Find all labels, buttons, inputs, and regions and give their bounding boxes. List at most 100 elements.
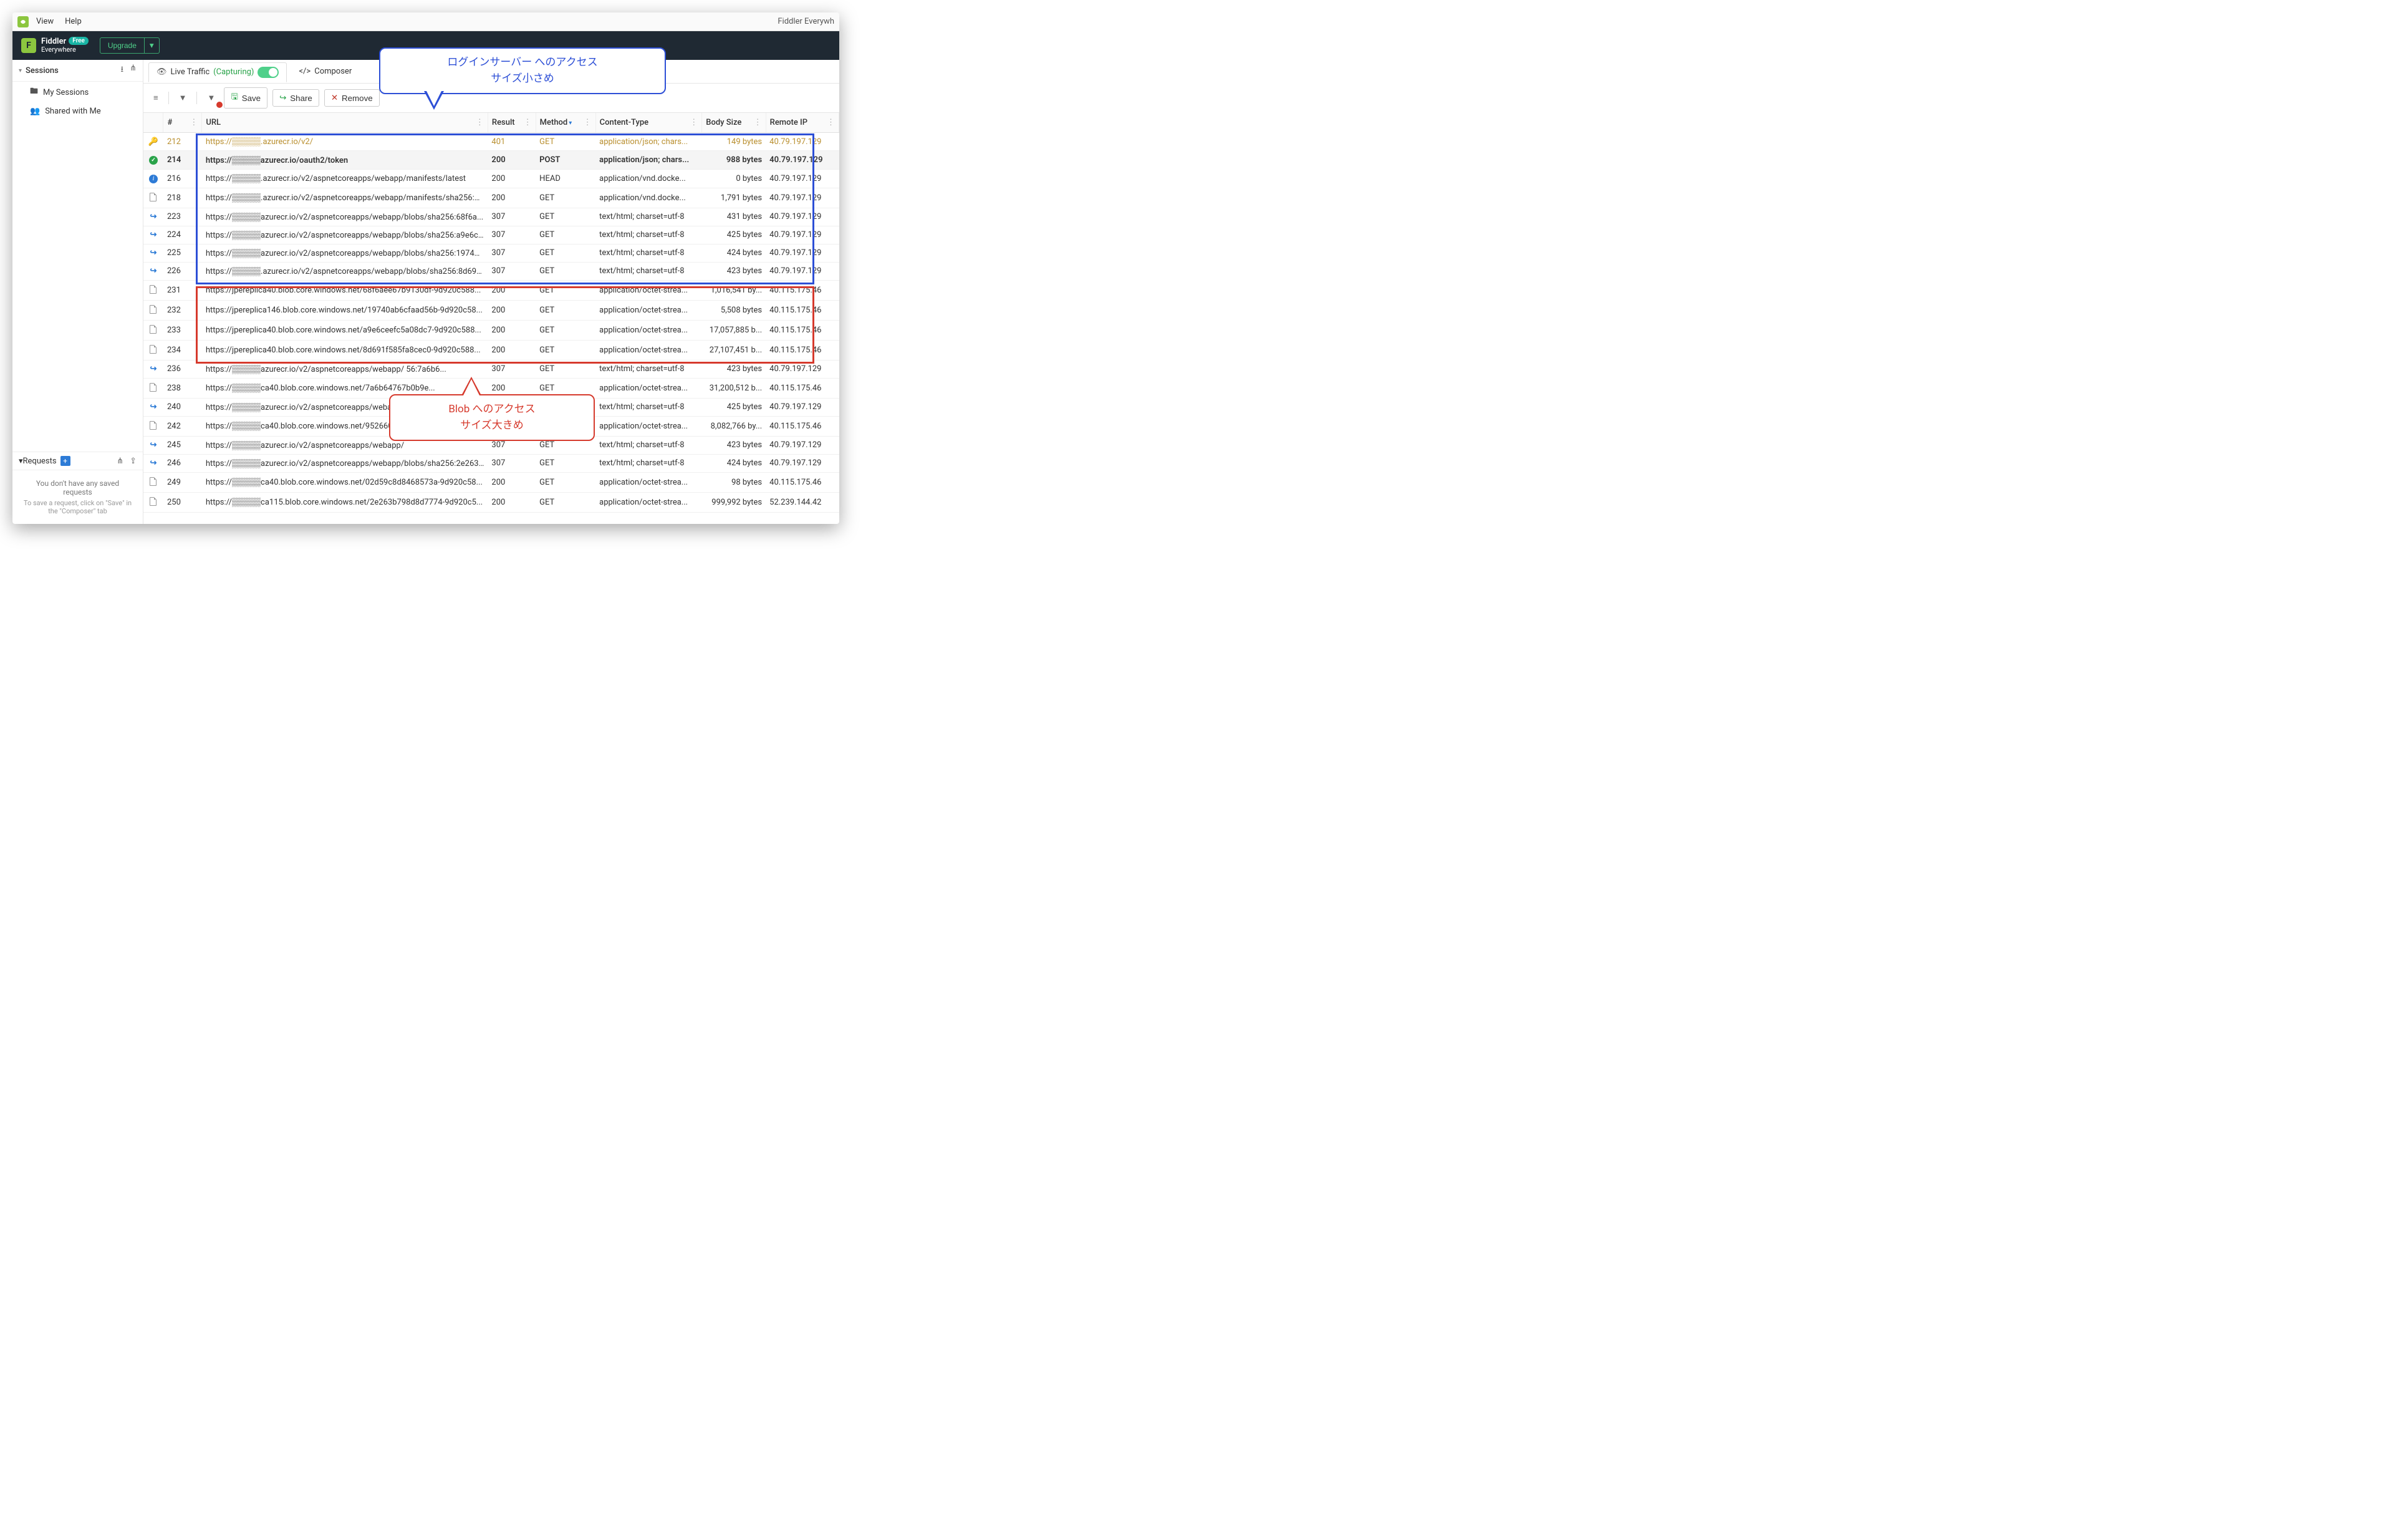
cell-url: https://▒▒▒▒▒ca115.blob.core.windows.net… bbox=[202, 492, 488, 512]
cell-remote-ip: 40.115.175.46 bbox=[766, 472, 839, 492]
table-row[interactable]: 233https://jpereplica40.blob.core.window… bbox=[143, 320, 839, 340]
callout-line: Blob へのアクセス bbox=[404, 402, 580, 418]
col-body-size[interactable]: Body Size⋮ bbox=[702, 113, 766, 133]
table-row[interactable]: 232https://jpereplica146.blob.core.windo… bbox=[143, 300, 839, 320]
sidebar-item-shared[interactable]: 👥 Shared with Me bbox=[12, 103, 143, 120]
upgrade-button[interactable]: Upgrade bbox=[100, 37, 145, 54]
callout-line: サイズ小さめ bbox=[394, 71, 651, 87]
table-row[interactable]: 234https://jpereplica40.blob.core.window… bbox=[143, 340, 839, 360]
cell-remote-ip: 40.115.175.46 bbox=[766, 280, 839, 300]
col-remote-ip[interactable]: Remote IP⋮ bbox=[766, 113, 839, 133]
redirect-icon: ↪ bbox=[148, 266, 158, 276]
upgrade-caret[interactable]: ▾ bbox=[145, 37, 160, 54]
share-icon[interactable]: ⋔ bbox=[130, 64, 137, 77]
cell-body-size: 31,200,512 b... bbox=[702, 378, 766, 398]
tab-live-traffic[interactable]: 👁 Live Traffic (Capturing) bbox=[148, 62, 287, 82]
cell-remote-ip: 40.79.197.129 bbox=[766, 151, 839, 170]
add-request-button[interactable]: + bbox=[60, 456, 70, 466]
cell-body-size: 424 bytes bbox=[702, 244, 766, 262]
table-row[interactable]: ✓214https://▒▒▒▒▒azurecr.io/oauth2/token… bbox=[143, 151, 839, 170]
sessions-header[interactable]: ▾ Sessions ⭳ ⋔ bbox=[12, 60, 143, 82]
table-row[interactable]: ↪226https://▒▒▒▒▒.azurecr.io/v2/aspnetco… bbox=[143, 262, 839, 280]
col-url[interactable]: URL⋮ bbox=[202, 113, 488, 133]
tab-label: Composer bbox=[314, 67, 352, 76]
cell-body-size: 423 bytes bbox=[702, 436, 766, 454]
cell-id: 214 bbox=[163, 151, 202, 170]
cell-body-size: 425 bytes bbox=[702, 398, 766, 416]
cell-id: 216 bbox=[163, 170, 202, 188]
menu-help[interactable]: Help bbox=[65, 17, 82, 26]
cell-body-size: 8,082,766 by... bbox=[702, 416, 766, 436]
col-method[interactable]: Method▾⋮ bbox=[536, 113, 595, 133]
cell-remote-ip: 40.115.175.46 bbox=[766, 378, 839, 398]
cell-remote-ip: 40.115.175.46 bbox=[766, 320, 839, 340]
sessions-label: Sessions bbox=[26, 66, 59, 75]
table-row[interactable]: ↪223https://▒▒▒▒▒azurecr.io/v2/aspnetcor… bbox=[143, 208, 839, 226]
table-row[interactable]: ↪225https://▒▒▒▒▒azurecr.io/v2/aspnetcor… bbox=[143, 244, 839, 262]
cell-id: 225 bbox=[163, 244, 202, 262]
cell-body-size: 424 bytes bbox=[702, 454, 766, 472]
cell-content-type: application/json; chars... bbox=[595, 133, 702, 151]
cell-id: 242 bbox=[163, 416, 202, 436]
table-row[interactable]: ↪246https://▒▒▒▒▒azurecr.io/v2/aspnetcor… bbox=[143, 454, 839, 472]
cell-url: https://▒▒▒▒▒azurecr.io/v2/aspnetcoreapp… bbox=[202, 208, 488, 226]
cell-content-type: text/html; charset=utf-8 bbox=[595, 208, 702, 226]
cell-url: https://jpereplica40.blob.core.windows.n… bbox=[202, 280, 488, 300]
cell-url: https://▒▒▒▒▒.azurecr.io/v2/aspnetcoreap… bbox=[202, 188, 488, 208]
requests-header[interactable]: ▾ Requests + ⋔ ⇪ bbox=[12, 452, 143, 470]
cell-body-size: 431 bytes bbox=[702, 208, 766, 226]
cell-remote-ip: 40.79.197.129 bbox=[766, 436, 839, 454]
document-icon bbox=[148, 496, 158, 506]
product-name: FiddlerFree Everywhere bbox=[41, 37, 89, 54]
share-button[interactable]: ↪Share bbox=[272, 89, 319, 107]
cell-result: 200 bbox=[488, 188, 536, 208]
table-row[interactable]: 231https://jpereplica40.blob.core.window… bbox=[143, 280, 839, 300]
cell-content-type: application/vnd.docke... bbox=[595, 170, 702, 188]
cell-content-type: application/octet-strea... bbox=[595, 416, 702, 436]
save-button[interactable]: 🖫Save bbox=[224, 87, 267, 109]
cell-url: https://jpereplica40.blob.core.windows.n… bbox=[202, 320, 488, 340]
cell-url: https://▒▒▒▒▒.azurecr.io/v2/ bbox=[202, 133, 488, 151]
remove-button[interactable]: ✕Remove bbox=[324, 89, 380, 107]
cell-remote-ip: 40.79.197.129 bbox=[766, 244, 839, 262]
table-row[interactable]: 🔑212https://▒▒▒▒▒.azurecr.io/v2/401GETap… bbox=[143, 133, 839, 151]
col-icon[interactable] bbox=[143, 113, 163, 133]
cell-id: 234 bbox=[163, 340, 202, 360]
requests-hint-text: To save a request, click on "Save" in th… bbox=[12, 499, 143, 524]
col-id[interactable]: #⋮ bbox=[163, 113, 202, 133]
table-row[interactable]: ↪224https://▒▒▒▒▒azurecr.io/v2/aspnetcor… bbox=[143, 226, 839, 244]
table-row[interactable]: ↪236https://▒▒▒▒▒azurecr.io/v2/aspnetcor… bbox=[143, 360, 839, 378]
redirect-icon: ↪ bbox=[148, 212, 158, 222]
cell-result: 200 bbox=[488, 472, 536, 492]
table-row[interactable]: i216https://▒▒▒▒▒.azurecr.io/v2/aspnetco… bbox=[143, 170, 839, 188]
col-result[interactable]: Result⋮ bbox=[488, 113, 536, 133]
cell-id: 246 bbox=[163, 454, 202, 472]
cell-method: GET bbox=[536, 320, 595, 340]
cell-content-type: text/html; charset=utf-8 bbox=[595, 244, 702, 262]
import-icon[interactable]: ⭳ bbox=[121, 64, 124, 77]
cell-body-size: 1,791 bytes bbox=[702, 188, 766, 208]
callout-line: サイズ大きめ bbox=[404, 418, 580, 434]
sidebar-item-my-sessions[interactable]: 🖿 My Sessions bbox=[12, 82, 143, 103]
filter-icon[interactable]: ▼ bbox=[175, 90, 191, 105]
cell-body-size: 98 bytes bbox=[702, 472, 766, 492]
tab-composer[interactable]: </> Composer bbox=[291, 62, 360, 80]
button-label: Share bbox=[290, 94, 312, 103]
col-content-type[interactable]: Content-Type⋮ bbox=[595, 113, 702, 133]
share-icon[interactable]: ⇪ bbox=[130, 457, 137, 466]
cell-url: https://▒▒▒▒▒azurecr.io/v2/aspnetcoreapp… bbox=[202, 454, 488, 472]
table-row[interactable]: 250https://▒▒▒▒▒ca115.blob.core.windows.… bbox=[143, 492, 839, 512]
key-icon: 🔑 bbox=[148, 137, 158, 147]
sidebar-item-label: My Sessions bbox=[43, 88, 89, 97]
clear-filter-icon[interactable]: ▼ bbox=[203, 90, 219, 105]
menu-view[interactable]: View bbox=[36, 17, 54, 26]
callout-line: ログインサーバー へのアクセス bbox=[394, 55, 651, 71]
capture-toggle[interactable] bbox=[258, 67, 279, 78]
free-badge: Free bbox=[69, 37, 89, 45]
table-row[interactable]: 249https://▒▒▒▒▒ca40.blob.core.windows.n… bbox=[143, 472, 839, 492]
table-row[interactable]: 218https://▒▒▒▒▒.azurecr.io/v2/aspnetcor… bbox=[143, 188, 839, 208]
stream-icon[interactable]: ≡ bbox=[150, 90, 162, 105]
people-icon[interactable]: ⋔ bbox=[117, 457, 123, 466]
cell-id: 226 bbox=[163, 262, 202, 280]
cell-body-size: 423 bytes bbox=[702, 360, 766, 378]
